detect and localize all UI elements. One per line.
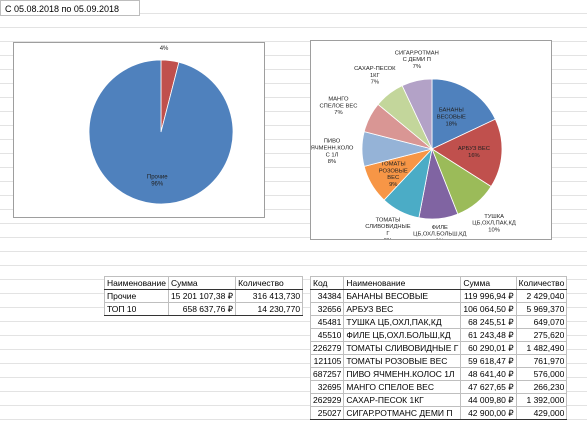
top10-cell-name[interactable]: ТУШКА ЦБ,ОХЛ,ПАК,КД [343, 315, 462, 329]
top10-cell-qty[interactable]: 1 482,490 [515, 341, 568, 355]
top10-table-header-row: Код Наименование Сумма Количество [309, 276, 568, 290]
spreadsheet-grid[interactable]: С 05.08.2018 по 05.09.2018 ТОП 104%Прочи… [0, 0, 587, 423]
top10-cell-qty[interactable]: 649,070 [515, 315, 568, 329]
top10-cell-code[interactable]: 34384 [309, 289, 345, 303]
top10-cell-sum[interactable]: 68 245,51 ₽ [460, 315, 517, 329]
top10-cell-code[interactable]: 45481 [309, 315, 345, 329]
pie-slice-label: ФИЛЕЦБ,ОХЛ.БОЛЬШ,КД9% [413, 225, 466, 239]
top10-table-row: 32656 АРБУЗ ВЕС 106 064,50 ₽5 969,370 [309, 302, 568, 316]
top10-cell-sum[interactable]: 47 627,65 ₽ [460, 380, 517, 394]
top10-cell-qty[interactable]: 2 429,040 [515, 289, 568, 303]
top10-cell-qty[interactable]: 576,000 [515, 367, 568, 381]
summary-table-header-row: Наименование Сумма Количество [104, 276, 304, 290]
summary-header-sum: Сумма [167, 276, 237, 290]
summary-header-name: Наименование [104, 276, 169, 290]
summary-table-row: Прочие 15 201 107,38 ₽ 316 413,730 [104, 289, 304, 303]
top10-cell-code[interactable]: 121105 [309, 354, 345, 368]
summary-header-qty: Количество [235, 276, 304, 290]
pie-slice-label: ТОМАТЫСЛИВОВИДНЫЕГ9% [365, 217, 410, 239]
top10-header-qty: Количество [515, 276, 568, 290]
summary-cell-sum[interactable]: 15 201 107,38 ₽ [167, 289, 237, 303]
pie-slice-label: ТУШКА ЦБ,ОХЛ,ПАК,КД 10% [472, 214, 516, 234]
top10-cell-name[interactable]: ФИЛЕ ЦБ,ОХЛ.БОЛЬШ,КД [343, 328, 462, 342]
top10-table-row: 25027 СИГАР.РОТМАНС ДЕМИ П 42 900,00 ₽429,… [309, 406, 568, 420]
top10-table-row: 262929 САХАР-ПЕСОК 1КГ 44 009,80 ₽1 392,00… [309, 393, 568, 407]
top10-cell-name[interactable]: ТОМАТЫ СЛИВОВИДНЫЕ Г [343, 341, 462, 355]
top10-table: Код Наименование Сумма Количество 34384 Б… [309, 276, 568, 420]
top10-cell-sum[interactable]: 61 243,48 ₽ [460, 328, 517, 342]
top10-cell-qty[interactable]: 266,230 [515, 380, 568, 394]
top10-cell-sum[interactable]: 48 641,40 ₽ [460, 367, 517, 381]
top10-cell-code[interactable]: 262929 [309, 393, 345, 407]
top10-cell-sum[interactable]: 44 009,80 ₽ [460, 393, 517, 407]
summary-cell-qty[interactable]: 316 413,730 [235, 289, 304, 303]
top10-cell-sum[interactable]: 42 900,00 ₽ [460, 406, 517, 420]
top10-table-row: 34384 БАНАНЫ ВЕСОВЫЕ 119 996,94 ₽2 429,040 [309, 289, 568, 303]
pie-slice-label: ПИВО ЯЧМЕНН.КОЛО С 1Л 8% [311, 139, 354, 165]
top10-cell-name[interactable]: БАНАНЫ ВЕСОВЫЕ [343, 289, 462, 303]
summary-cell-name[interactable]: ТОП 10 [104, 302, 169, 316]
summary-cell-name[interactable]: Прочие [104, 289, 169, 303]
top10-table-row: 121105 ТОМАТЫ РОЗОВЫЕ ВЕС 59 618,47 ₽761,9… [309, 354, 568, 368]
top10-cell-qty[interactable]: 275,620 [515, 328, 568, 342]
period-cell[interactable]: С 05.08.2018 по 05.09.2018 [0, 0, 140, 16]
top10-cell-name[interactable]: ПИВО ЯЧМЕНН.КОЛОС 1Л [343, 367, 462, 381]
pie-slice-label: ТОП 104% [154, 43, 175, 52]
top10-cell-qty[interactable]: 5 969,370 [515, 302, 568, 316]
top10-cell-qty[interactable]: 1 392,000 [515, 393, 568, 407]
top10-cell-sum[interactable]: 59 618,47 ₽ [460, 354, 517, 368]
top10-cell-name[interactable]: САХАР-ПЕСОК 1КГ [343, 393, 462, 407]
top10-pie-chart[interactable]: БАНАНЫ ВЕСОВЫЕ 18% АРБУЗ ВЕС 16% ТУШКА ЦБ,ОХЛ,… [310, 40, 552, 244]
top10-table-row: 687257 ПИВО ЯЧМЕНН.КОЛОС 1Л 48 641,40 ₽576… [309, 367, 568, 381]
top10-cell-code[interactable]: 687257 [309, 367, 345, 381]
top10-cell-sum[interactable]: 119 996,94 ₽ [460, 289, 517, 303]
top10-cell-code[interactable]: 25027 [309, 406, 345, 420]
top10-header-name: Наименование [343, 276, 462, 290]
top10-table-row: 45481 ТУШКА ЦБ,ОХЛ,ПАК,КД 68 245,51 ₽649,0… [309, 315, 568, 329]
top10-cell-name[interactable]: ТОМАТЫ РОЗОВЫЕ ВЕС [343, 354, 462, 368]
top10-pie-svg: БАНАНЫ ВЕСОВЫЕ 18%АРБУЗ ВЕС 16%ТУШКА ЦБ,ОХЛ,… [311, 50, 516, 244]
summary-table: Наименование Сумма Количество Прочие 15 … [104, 276, 304, 316]
summary-pie-chart[interactable]: ТОП 104%Прочие96% [13, 39, 265, 218]
top10-header-sum: Сумма [460, 276, 517, 290]
summary-table-row: ТОП 10 658 637,76 ₽ 14 230,770 [104, 302, 304, 316]
top10-cell-code[interactable]: 32656 [309, 302, 345, 316]
top10-cell-name[interactable]: АРБУЗ ВЕС [343, 302, 462, 316]
summary-cell-sum[interactable]: 658 637,76 ₽ [167, 302, 237, 316]
pie-slice-label: САХАР-ПЕСОК 1КГ 7% [354, 66, 396, 86]
summary-cell-qty[interactable]: 14 230,770 [235, 302, 304, 316]
top10-cell-sum[interactable]: 106 064,50 ₽ [460, 302, 517, 316]
top10-header-code: Код [309, 276, 345, 290]
top10-cell-name[interactable]: СИГАР.РОТМАНС ДЕМИ П [343, 406, 462, 420]
top10-cell-code[interactable]: 32695 [309, 380, 345, 394]
top10-table-row: 32695 МАНГО СПЕЛОЕ ВЕС 47 627,65 ₽266,230 [309, 380, 568, 394]
top10-table-row: 226279 ТОМАТЫ СЛИВОВИДНЫЕ Г 60 290,01 ₽1 4… [309, 341, 568, 355]
top10-cell-name[interactable]: МАНГО СПЕЛОЕ ВЕС [343, 380, 462, 394]
pie-slice-label: СИГАР.РОТМАН С ДЕМИ П 7% [395, 50, 439, 70]
top10-cell-qty[interactable]: 429,000 [515, 406, 568, 420]
pie-slice-label: МАНГО СПЕЛОЕ ВЕС 7% [319, 97, 357, 117]
summary-pie-svg: ТОП 104%Прочие96% [88, 39, 234, 205]
top10-table-row: 45510 ФИЛЕ ЦБ,ОХЛ.БОЛЬШ,КД 61 243,48 ₽275,… [309, 328, 568, 342]
top10-cell-sum[interactable]: 60 290,01 ₽ [460, 341, 517, 355]
top10-cell-qty[interactable]: 761,970 [515, 354, 568, 368]
top10-cell-code[interactable]: 226279 [309, 341, 345, 355]
top10-cell-code[interactable]: 45510 [309, 328, 345, 342]
